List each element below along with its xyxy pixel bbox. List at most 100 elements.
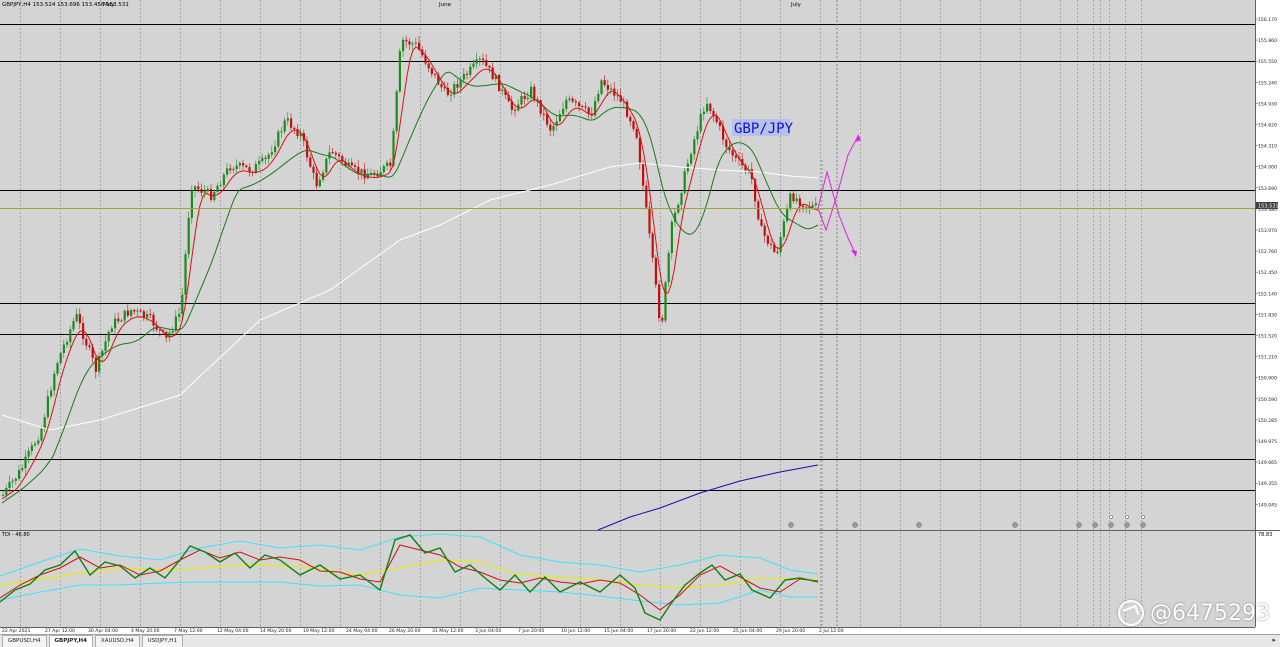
- price-tick-label: 154.620: [1258, 123, 1277, 129]
- indicator-area[interactable]: [0, 531, 1255, 627]
- candle: [491, 67, 494, 80]
- candle: [514, 109, 517, 111]
- candle: [210, 188, 213, 200]
- object-marker-icon[interactable]: [1141, 515, 1145, 519]
- candle: [690, 154, 693, 164]
- candle: [178, 313, 181, 317]
- price-tick-label: 151.830: [1258, 312, 1277, 318]
- candle: [811, 205, 814, 208]
- candle: [222, 174, 225, 186]
- candle: [318, 179, 321, 187]
- candle: [562, 108, 565, 115]
- candle: [338, 154, 341, 157]
- current-price-value: 153.531: [1258, 204, 1279, 210]
- candle: [203, 191, 206, 193]
- tab-scroll-right-icon[interactable]: ▸: [1272, 636, 1276, 644]
- candle: [88, 345, 91, 348]
- candle: [629, 116, 632, 122]
- candle: [242, 163, 245, 166]
- candle: [664, 282, 667, 321]
- candle: [757, 201, 760, 220]
- main-chart-area[interactable]: [0, 0, 1255, 530]
- candle: [270, 152, 273, 155]
- month-label-july: July: [790, 2, 802, 8]
- object-marker-icon[interactable]: [788, 522, 794, 528]
- candle: [763, 225, 766, 236]
- candle: [206, 188, 209, 192]
- candle: [200, 189, 203, 193]
- candle: [786, 208, 789, 222]
- candle: [315, 172, 318, 187]
- candle: [219, 185, 222, 187]
- candle: [398, 51, 401, 92]
- candle: [110, 328, 113, 332]
- candle: [354, 165, 357, 167]
- indicator-level: 78.83: [1258, 532, 1272, 538]
- candle: [731, 150, 734, 156]
- candle: [789, 193, 792, 209]
- object-marker-icon[interactable]: [1124, 522, 1130, 528]
- object-marker-icon[interactable]: [1092, 522, 1098, 528]
- price-tick-label: 155.550: [1258, 59, 1277, 65]
- candle: [142, 311, 145, 318]
- candle: [171, 330, 174, 333]
- candle: [34, 443, 37, 446]
- candle: [5, 487, 8, 495]
- candle: [795, 198, 798, 202]
- annotation-label[interactable]: GBP/JPY: [734, 121, 794, 137]
- object-marker-icon[interactable]: [1125, 515, 1129, 519]
- candle: [59, 353, 62, 364]
- candle: [766, 235, 769, 244]
- candle: [616, 95, 619, 97]
- candle: [699, 113, 702, 132]
- candle: [104, 341, 107, 351]
- candle: [395, 91, 398, 131]
- candle: [232, 168, 235, 171]
- candle: [229, 168, 232, 171]
- candle: [638, 137, 641, 164]
- candle: [280, 131, 283, 133]
- candle: [645, 185, 648, 208]
- candle: [181, 294, 184, 314]
- watermark-logo-icon: [1118, 600, 1144, 626]
- object-marker-icon[interactable]: [1140, 522, 1146, 528]
- candle: [414, 42, 417, 44]
- candle: [482, 58, 485, 61]
- candle: [18, 470, 21, 479]
- object-marker-icon[interactable]: [852, 522, 858, 528]
- chart-tab-usdjpy-h1[interactable]: USDJPY,H1: [141, 635, 183, 647]
- candle: [277, 131, 280, 147]
- candle: [408, 41, 411, 45]
- candle: [146, 314, 149, 318]
- watermark-text: @6475293: [1150, 600, 1270, 626]
- candle: [382, 166, 385, 173]
- candle: [667, 252, 670, 283]
- candle: [197, 186, 200, 190]
- candle: [72, 321, 75, 330]
- candle: [792, 193, 795, 202]
- candle: [552, 125, 555, 131]
- candle: [85, 338, 88, 346]
- candle: [30, 445, 33, 452]
- candle: [802, 205, 805, 208]
- price-chart[interactable]: 156.170 155.860 155.550 155.240 154.930 154.6…: [0, 0, 1280, 646]
- object-marker-icon[interactable]: [916, 522, 922, 528]
- candle: [712, 110, 715, 116]
- candle: [520, 95, 523, 105]
- candle: [581, 106, 584, 108]
- object-marker-icon[interactable]: [1012, 522, 1018, 528]
- candle: [290, 118, 293, 128]
- chart-tab-gbpusd-h4[interactable]: GBPUSD,H4: [2, 635, 47, 647]
- price-tick-label: 153.690: [1258, 186, 1277, 192]
- object-marker-icon[interactable]: [1108, 522, 1114, 528]
- price-tick-label: 150.590: [1258, 397, 1277, 403]
- chart-tab-gbpjpy-h4[interactable]: GBPJPY,H4: [48, 635, 93, 647]
- object-marker-icon[interactable]: [1109, 515, 1113, 519]
- candle: [462, 73, 465, 80]
- candle: [658, 284, 661, 319]
- object-marker-icon[interactable]: [1076, 522, 1082, 528]
- candle: [174, 316, 177, 331]
- candle: [450, 94, 453, 96]
- chart-tab-xauusd-h4[interactable]: XAUUSD,H4: [94, 635, 140, 647]
- candle: [328, 152, 331, 159]
